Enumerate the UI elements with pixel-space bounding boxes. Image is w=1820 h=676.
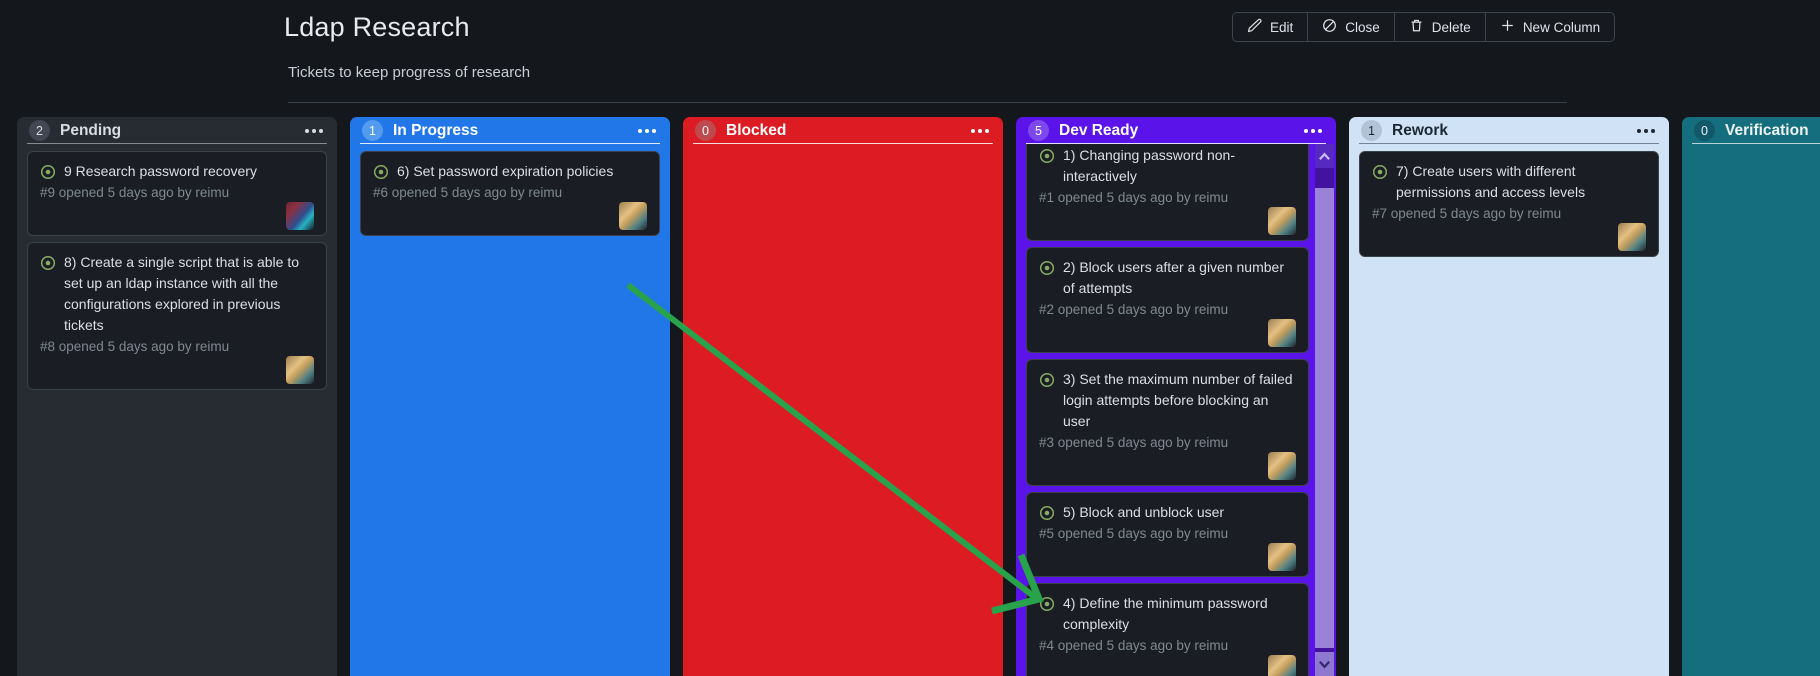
column-scrollbar[interactable]	[1315, 144, 1334, 676]
card-title: 3) Set the maximum number of failed logi…	[1063, 371, 1293, 429]
issue-card[interactable]: 5) Block and unblock user #5 opened 5 da…	[1026, 492, 1309, 577]
scrollbar-thumb[interactable]	[1315, 188, 1334, 648]
board-actions: Edit Close Delete New Column	[1232, 12, 1616, 42]
column-count-badge: 1	[362, 120, 383, 141]
issue-card[interactable]: 8) Create a single script that is able t…	[27, 242, 327, 390]
action-button-close[interactable]: Close	[1307, 12, 1395, 42]
board-column-pending: 2 Pending 9 Research password recovery #…	[17, 117, 337, 676]
column-cards: 6) Set password expiration policies #6 o…	[350, 144, 670, 676]
action-button-delete[interactable]: Delete	[1393, 12, 1486, 42]
issue-open-icon	[373, 164, 389, 180]
column-cards	[1682, 144, 1820, 676]
pencil-icon	[1247, 18, 1262, 36]
avatar	[619, 202, 647, 230]
issue-card[interactable]: 6) Set password expiration policies #6 o…	[360, 151, 660, 236]
slash-circle-icon	[1322, 18, 1337, 36]
column-menu-button[interactable]	[969, 124, 991, 138]
card-title: 9 Research password recovery	[64, 163, 257, 179]
card-title: 7) Create users with different permissio…	[1396, 163, 1586, 200]
issue-card[interactable]: 3) Set the maximum number of failed logi…	[1026, 359, 1309, 486]
column-count-badge: 2	[29, 120, 50, 141]
card-meta: #3 opened 5 days ago by reimu	[1039, 435, 1229, 450]
column-header: 1 In Progress	[350, 117, 670, 143]
column-cards: 9 Research password recovery #9 opened 5…	[17, 144, 337, 676]
column-menu-button[interactable]	[303, 124, 325, 138]
issue-open-icon	[1039, 260, 1055, 276]
column-count-badge: 5	[1028, 120, 1049, 141]
column-menu-button[interactable]	[636, 124, 658, 138]
issue-open-icon	[1039, 596, 1055, 612]
column-header: 0 Blocked	[683, 117, 1003, 143]
column-cards	[683, 144, 1003, 676]
avatar	[1268, 207, 1296, 235]
card-title: 4) Define the minimum password complexit…	[1063, 595, 1268, 632]
board-column-dev-ready: 5 Dev Ready 1) Changing password non-int…	[1016, 117, 1336, 676]
card-meta: #4 opened 5 days ago by reimu	[1039, 638, 1229, 653]
plus-icon	[1500, 18, 1515, 36]
avatar	[1268, 319, 1296, 347]
column-name: In Progress	[393, 121, 479, 139]
kanban-board: 2 Pending 9 Research password recovery #…	[0, 117, 1820, 676]
issue-card[interactable]: 4) Define the minimum password complexit…	[1026, 583, 1309, 676]
column-header: 1 Rework	[1349, 117, 1669, 143]
column-header: 5 Dev Ready	[1016, 117, 1336, 143]
card-meta: #2 opened 5 days ago by reimu	[1039, 302, 1229, 317]
avatar	[286, 356, 314, 384]
column-count-badge: 0	[695, 120, 716, 141]
column-name: Dev Ready	[1059, 121, 1139, 139]
header-divider	[288, 102, 1567, 103]
column-menu-button[interactable]	[1302, 124, 1324, 138]
issue-open-icon	[1039, 148, 1055, 164]
trash-icon	[1409, 18, 1424, 36]
issue-card[interactable]: 1) Changing password non-interactively #…	[1026, 144, 1309, 241]
card-meta: #9 opened 5 days ago by reimu	[40, 185, 230, 200]
card-title: 1) Changing password non-interactively	[1063, 147, 1235, 184]
board-header: Ldap Research Edit Close Delete New Colu…	[0, 0, 1820, 117]
avatar	[1618, 223, 1646, 251]
card-title: 2) Block users after a given number of a…	[1063, 259, 1284, 296]
page-title: Ldap Research	[284, 12, 470, 42]
scroll-down-button[interactable]	[1315, 652, 1334, 676]
issue-open-icon	[1039, 372, 1055, 388]
avatar	[286, 202, 314, 230]
issue-open-icon	[1372, 164, 1388, 180]
column-name: Verification	[1725, 121, 1809, 139]
column-name: Rework	[1392, 121, 1448, 139]
card-meta: #7 opened 5 days ago by reimu	[1372, 206, 1562, 221]
column-cards: 1) Changing password non-interactively #…	[1016, 144, 1336, 676]
issue-card[interactable]: 7) Create users with different permissio…	[1359, 151, 1659, 257]
issue-open-icon	[40, 164, 56, 180]
scroll-up-button[interactable]	[1315, 144, 1334, 168]
card-meta: #8 opened 5 days ago by reimu	[40, 339, 230, 354]
card-title: 6) Set password expiration policies	[397, 163, 614, 179]
board-column-in-progress: 1 In Progress 6) Set password expiration…	[350, 117, 670, 676]
issue-open-icon	[1039, 505, 1055, 521]
board-column-blocked: 0 Blocked	[683, 117, 1003, 676]
card-title: 5) Block and unblock user	[1063, 504, 1225, 520]
avatar	[1268, 543, 1296, 571]
board-column-rework: 1 Rework 7) Create users with different …	[1349, 117, 1669, 676]
issue-card[interactable]: 9 Research password recovery #9 opened 5…	[27, 151, 327, 236]
scrollbar-track[interactable]	[1315, 168, 1334, 652]
issue-card[interactable]: 2) Block users after a given number of a…	[1026, 247, 1309, 353]
column-header: 0 Verification	[1682, 117, 1820, 143]
action-button-new-column[interactable]: New Column	[1484, 12, 1616, 42]
avatar	[1268, 655, 1296, 676]
action-button-edit[interactable]: Edit	[1232, 12, 1309, 42]
column-header: 2 Pending	[17, 117, 337, 143]
column-menu-button[interactable]	[1635, 124, 1657, 138]
card-meta: #6 opened 5 days ago by reimu	[373, 185, 563, 200]
card-title: 8) Create a single script that is able t…	[64, 254, 300, 333]
column-cards: 7) Create users with different permissio…	[1349, 144, 1669, 676]
column-count-badge: 1	[1361, 120, 1382, 141]
board-column-verification: 0 Verification	[1682, 117, 1820, 676]
page-subtitle: Tickets to keep progress of research	[288, 64, 531, 81]
column-name: Pending	[60, 121, 122, 139]
issue-open-icon	[40, 255, 56, 271]
card-meta: #1 opened 5 days ago by reimu	[1039, 190, 1229, 205]
column-count-badge: 0	[1694, 120, 1715, 141]
avatar	[1268, 452, 1296, 480]
card-meta: #5 opened 5 days ago by reimu	[1039, 526, 1229, 541]
column-name: Blocked	[726, 121, 787, 139]
